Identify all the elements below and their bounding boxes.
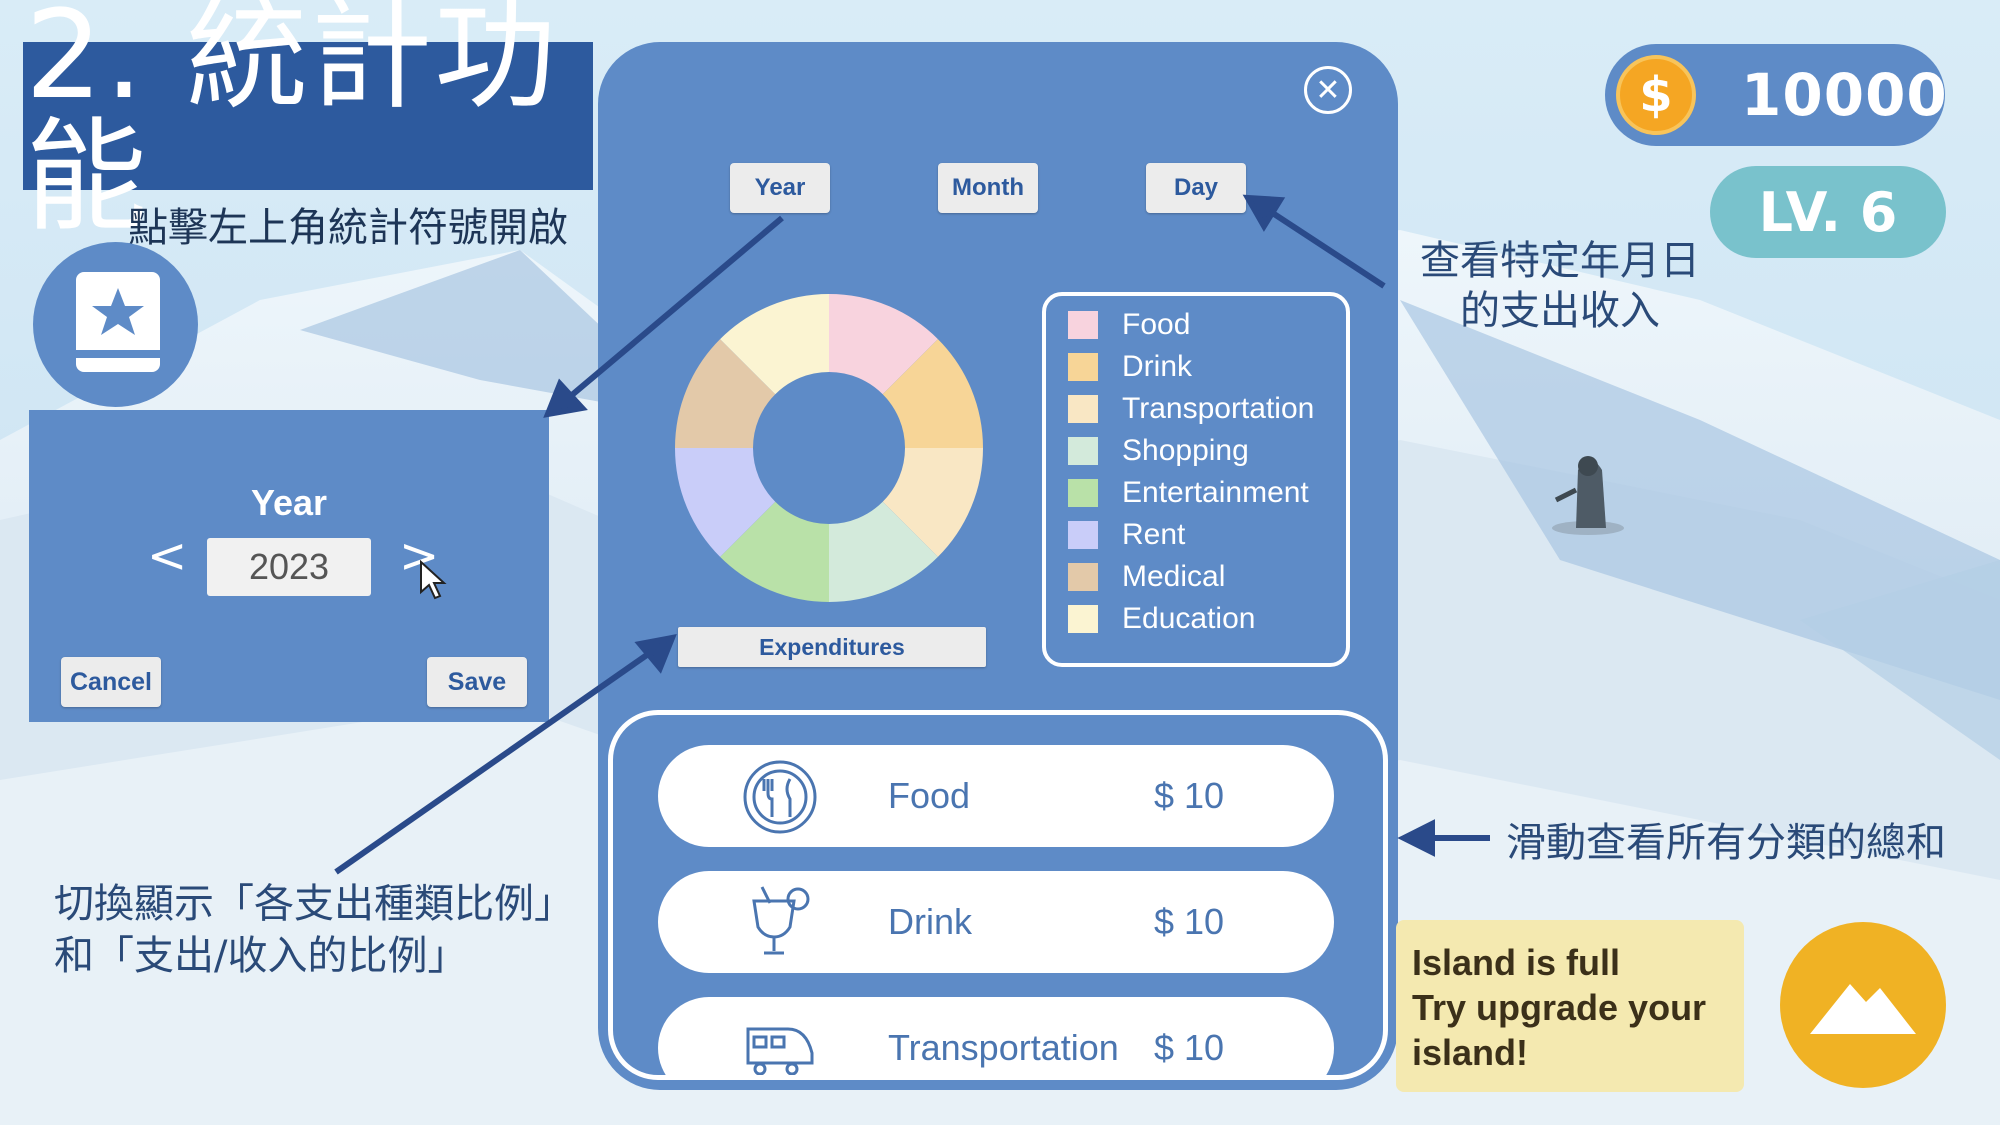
book-star-icon <box>76 272 160 372</box>
category-name: Drink <box>888 901 973 942</box>
legend-item: Food <box>1068 308 1190 342</box>
tab-day[interactable]: Day <box>1146 163 1246 213</box>
close-icon[interactable]: ✕ <box>1304 66 1352 114</box>
legend-label: Food <box>1122 308 1191 341</box>
category-row-drink[interactable]: Drink $ 10 <box>658 871 1334 973</box>
message-line: Island is full <box>1412 942 1621 983</box>
legend-swatch <box>1068 605 1098 633</box>
annotation-date-filter: 查看特定年月日 的支出收入 <box>1410 236 1710 336</box>
legend-item: Transportation <box>1068 392 1314 426</box>
train-icon <box>746 1027 814 1075</box>
legend-swatch <box>1068 479 1098 507</box>
category-amount: $ 10 <box>1154 1027 1225 1068</box>
annotation-line: 的支出收入 <box>1460 288 1660 334</box>
legend-swatch <box>1068 563 1098 591</box>
legend-swatch <box>1068 395 1098 423</box>
legend-label: Entertainment <box>1122 476 1309 509</box>
island-full-message: Island is full Try upgrade your island! <box>1396 920 1744 1092</box>
cancel-button[interactable]: Cancel <box>61 657 161 707</box>
legend-item: Entertainment <box>1068 476 1309 510</box>
tab-month[interactable]: Month <box>938 163 1038 213</box>
category-row-food[interactable]: Food $ 10 <box>658 745 1334 847</box>
legend-label: Shopping <box>1122 434 1249 467</box>
mouse-cursor-icon <box>420 560 447 600</box>
chart-mode-toggle-button[interactable]: Expenditures <box>678 627 986 667</box>
legend-item: Rent <box>1068 518 1185 552</box>
category-row-transportation[interactable]: Transportation $ 10 <box>658 997 1334 1075</box>
legend-item: Shopping <box>1068 434 1249 468</box>
category-amount: $ 10 <box>1154 901 1225 942</box>
year-picker-dialog: Year < 2023 > Cancel Save <box>29 410 549 722</box>
chart-legend: Food Drink Transportation Shopping Enter… <box>1042 292 1350 667</box>
annotation-chart-toggle: 切換顯示「各支出種類比例」 和「支出/收入的比例」 <box>54 878 574 982</box>
island-upgrade-button[interactable] <box>1780 922 1946 1088</box>
legend-swatch <box>1068 437 1098 465</box>
year-value-field[interactable]: 2023 <box>207 538 371 596</box>
message-line: Try upgrade your <box>1412 987 1707 1028</box>
statistics-book-button[interactable] <box>33 242 198 407</box>
cocktail-icon <box>752 886 810 955</box>
level-badge: LV. 6 <box>1710 166 1946 258</box>
annotation-line: 切換顯示「各支出種類比例」 <box>54 881 574 927</box>
legend-item: Education <box>1068 602 1255 636</box>
legend-label: Medical <box>1122 560 1226 593</box>
legend-swatch <box>1068 521 1098 549</box>
category-amount: $ 10 <box>1154 775 1225 816</box>
legend-swatch <box>1068 353 1098 381</box>
fork-knife-plate-icon <box>743 760 817 834</box>
annotation-line: 和「支出/收入的比例」 <box>54 933 468 979</box>
annotation-line: 查看特定年月日 <box>1420 238 1700 284</box>
legend-swatch <box>1068 311 1098 339</box>
legend-label: Education <box>1122 602 1256 635</box>
dollar-coin-icon: $ <box>1616 55 1696 135</box>
statistics-panel: ✕ Year Month Day Expenditures Food Drink… <box>598 42 1398 1090</box>
legend-item: Drink <box>1068 350 1192 384</box>
coin-balance: $ 10000 <box>1605 44 1948 146</box>
category-name: Food <box>888 775 971 816</box>
legend-label: Transportation <box>1122 392 1315 425</box>
year-picker-label: Year <box>250 482 328 523</box>
previous-year-button[interactable]: < <box>147 532 187 580</box>
legend-label: Drink <box>1122 350 1193 383</box>
coin-amount: 10000 <box>1741 61 1948 129</box>
legend-label: Rent <box>1122 518 1186 551</box>
expenditure-donut-chart <box>675 294 983 602</box>
mountain-icon <box>1810 984 1916 1034</box>
legend-item: Medical <box>1068 560 1225 594</box>
annotation-scroll-list: 滑動查看所有分類的總和 <box>1506 820 1946 866</box>
save-button[interactable]: Save <box>427 657 527 707</box>
category-name: Transportation <box>888 1027 1119 1068</box>
tab-year[interactable]: Year <box>730 163 830 213</box>
slide-title: 2. 統計功能 <box>23 0 593 238</box>
category-total-list[interactable]: Food $ 10 Drink $ 10 Transportation $ 10 <box>608 710 1388 1080</box>
message-line: island! <box>1412 1032 1529 1073</box>
